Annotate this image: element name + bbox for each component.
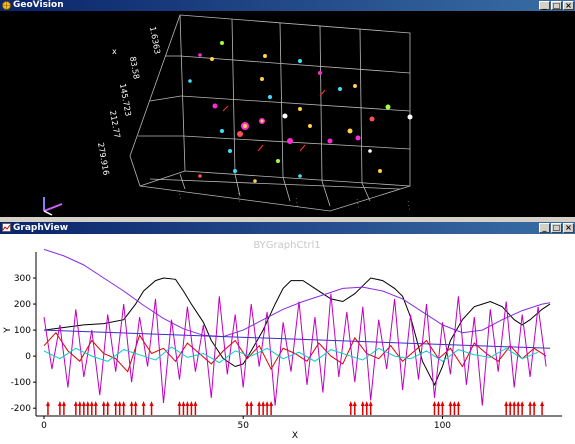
event-marker	[45, 401, 50, 415]
event-marker	[520, 401, 525, 415]
event-marker	[348, 401, 353, 415]
event-marker	[121, 401, 126, 415]
event-marker	[512, 401, 517, 415]
y-tick-label: -100	[11, 378, 32, 388]
event-marker	[368, 401, 373, 415]
event-marker	[452, 401, 457, 415]
window-title: GeoVision	[13, 0, 64, 10]
axis-label-1: 1.6363	[148, 26, 162, 55]
event-marker	[193, 401, 198, 415]
3d-scene: 1.6363 83.58 145.723 212.77 279.916 x · …	[43, 14, 413, 216]
event-marker	[360, 401, 365, 415]
event-marker	[261, 401, 266, 415]
maximize-button[interactable]: □	[551, 223, 562, 233]
control-name: BYGraphCtrl1	[253, 240, 320, 251]
line-chart: BYGraphCtrl1 -200-10001002003000 50 100 Y …	[3, 240, 562, 441]
event-marker	[113, 401, 118, 415]
event-marker	[528, 401, 533, 415]
event-marker	[249, 401, 254, 415]
wireframe-box	[129, 14, 411, 212]
event-marker	[93, 401, 98, 415]
event-marker	[265, 401, 270, 415]
event-marker	[73, 401, 78, 415]
x-tick-label: 50	[237, 421, 249, 431]
event-marker	[508, 401, 513, 415]
event-marker	[89, 401, 94, 415]
event-marker	[177, 401, 182, 415]
y-tick-label: 0	[25, 352, 31, 362]
axis-letter: x	[112, 47, 117, 56]
graph-icon	[2, 223, 11, 232]
close-button[interactable]: ×	[563, 1, 574, 10]
svg-text:· · ·: · · ·	[404, 200, 413, 211]
event-marker	[85, 401, 90, 415]
axis-label-4: 212.77	[108, 110, 122, 139]
graphview-window: GraphView _ □ × BYGraphCtrl1 -200 -100 0 10…	[0, 222, 575, 444]
graph-area[interactable]: BYGraphCtrl1 -200 -100 0 100 200 300 0 50 100 Y …	[0, 234, 575, 444]
event-marker	[81, 401, 86, 415]
axis-label-5: 279.916	[96, 142, 111, 176]
event-marker	[141, 401, 146, 415]
close-button[interactable]: ×	[563, 223, 574, 233]
svg-text:· · ·: · · ·	[175, 189, 184, 200]
event-marker	[129, 401, 134, 415]
3d-viewport[interactable]: 1.6363 83.58 145.723 212.77 279.916 x · …	[0, 11, 575, 217]
event-marker	[352, 401, 357, 415]
event-marker	[456, 401, 461, 415]
event-marker	[105, 401, 110, 415]
minimize-button[interactable]: _	[539, 223, 550, 233]
event-marker	[364, 401, 369, 415]
event-marker	[540, 401, 545, 415]
series-layer	[43, 248, 551, 406]
x-tick-label: 100	[434, 421, 451, 431]
axes-orientation-icon	[43, 197, 63, 216]
svg-text:· · ·: · · ·	[353, 198, 362, 209]
event-marker	[504, 401, 509, 415]
maximize-button[interactable]: □	[551, 1, 562, 10]
event-marker	[77, 401, 82, 415]
event-marker	[269, 401, 274, 415]
event-marker	[133, 401, 138, 415]
event-marker	[189, 401, 194, 415]
x-axis-label: X	[292, 431, 298, 440]
event-marker	[448, 401, 453, 415]
y-tick-label: 200	[14, 300, 31, 310]
minimize-button[interactable]: _	[539, 1, 550, 10]
y-tick-label: -200	[11, 404, 32, 414]
axis-label-2: 83.58	[128, 56, 141, 80]
event-marker	[181, 401, 186, 415]
series-line-1	[43, 248, 551, 338]
globe-icon	[2, 1, 11, 10]
point-cloud	[188, 41, 413, 183]
geovision-titlebar[interactable]: GeoVision _ □ ×	[0, 0, 575, 11]
y-tick-label: 100	[14, 326, 31, 336]
event-marker	[185, 401, 190, 415]
axis-label-3: 145.723	[118, 83, 133, 117]
event-marker	[101, 401, 106, 415]
event-marker	[245, 401, 250, 415]
window-title: GraphView	[13, 223, 69, 233]
y-tick-label: 300	[14, 274, 31, 284]
event-marker	[149, 401, 154, 415]
x-tick-label: 0	[41, 421, 47, 431]
event-marker	[117, 401, 122, 415]
y-axis-label: Y	[3, 327, 13, 334]
graphview-titlebar[interactable]: GraphView _ □ ×	[0, 222, 575, 234]
event-marker	[436, 401, 441, 415]
event-marker	[61, 401, 66, 415]
event-marker	[257, 401, 262, 415]
floor-ticks: · · · · · · · · · · · · · · ·	[175, 189, 413, 211]
event-marker	[57, 401, 62, 415]
event-marker	[516, 401, 521, 415]
svg-text:· · ·: · · ·	[234, 192, 243, 203]
event-marker	[432, 401, 437, 415]
event-marker	[532, 401, 537, 415]
geovision-window: GeoVision _ □ × 1.6363 83.58 145.723 212…	[0, 0, 575, 219]
marker-layer	[45, 401, 545, 415]
event-marker	[440, 401, 445, 415]
